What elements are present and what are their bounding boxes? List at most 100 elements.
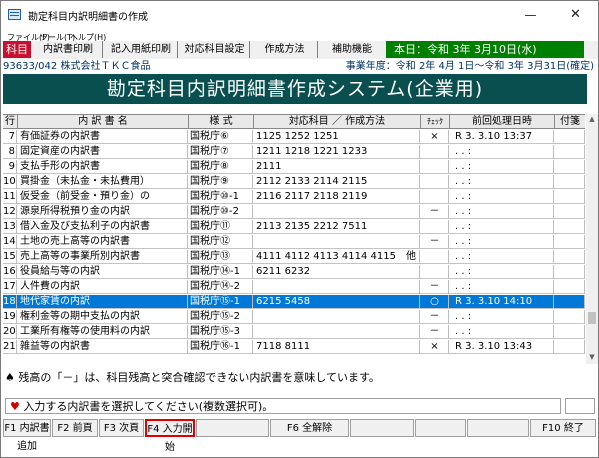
- row-check: [421, 175, 449, 189]
- table-row[interactable]: 18 地代家賃の内訳 国税庁⑮-1 6215 5458 ○ R 3. 3.10 14:10: [3, 295, 585, 309]
- fkey-button-5[interactable]: [196, 419, 269, 437]
- today-date: 本日：令和 3年 3月10日(水): [386, 41, 584, 58]
- row-accounts: 7118 8111: [254, 340, 420, 354]
- table-row[interactable]: 9 支払手形の内訳書 国税庁⑧ 2111 . . :: [3, 160, 585, 174]
- system-banner: 勘定科目内訳明細書作成システム(企業用): [3, 74, 587, 104]
- row-number: 18: [3, 295, 17, 309]
- header-accounts: 対応科目 ／ 作成方法: [254, 115, 421, 129]
- row-sticky: [555, 130, 585, 144]
- table-row[interactable]: 11 仮受金（前受金・預り金）の 国税庁⑩-1 2116 2117 2118 2119…: [3, 190, 585, 204]
- header-check: ﾁｪｯｸ: [421, 115, 450, 129]
- creation-method-button[interactable]: 作成方法: [252, 41, 318, 58]
- row-date: . . :: [450, 175, 554, 189]
- print-form-button[interactable]: 記入用紙印刷: [105, 41, 178, 58]
- row-number: 13: [3, 220, 17, 234]
- row-number: 12: [3, 205, 17, 219]
- fkey-button-7[interactable]: [350, 419, 414, 437]
- row-name: 借入金及び支払利子の内訳書: [18, 220, 188, 234]
- row-name: 役員給与等の内訳: [18, 265, 188, 279]
- row-number: 11: [3, 190, 17, 204]
- row-accounts: [254, 235, 420, 249]
- app-icon: [8, 9, 21, 20]
- row-date: R 3. 3.10 13:37: [450, 130, 554, 144]
- row-sticky: [555, 340, 585, 354]
- fkey-button-9[interactable]: [467, 419, 529, 437]
- fkey-button-1[interactable]: F1 内訳書追加: [3, 419, 51, 452]
- fkey-button-3[interactable]: F3 次頁: [99, 419, 144, 437]
- prompt-text: 入力する内訳書を選択してください(複数選択可)。: [23, 400, 274, 413]
- selection-input[interactable]: [565, 398, 595, 414]
- header-form: 様 式: [189, 115, 254, 129]
- fkey-button-6[interactable]: F6 全解除: [270, 419, 349, 437]
- row-name: 源泉所得税預り金の内訳: [18, 205, 188, 219]
- row-name: 土地の売上高等の内訳書: [18, 235, 188, 249]
- row-form: 国税庁⑮-1: [189, 295, 253, 309]
- scroll-thumb[interactable]: [588, 312, 596, 324]
- row-number: 21: [3, 340, 17, 354]
- company-name: 93633/042 株式会社ＴＫＣ食品: [3, 61, 151, 72]
- table-row[interactable]: 17 人件費の内訳 国税庁⑭-2 －. . :: [3, 280, 585, 294]
- fiscal-year: 事業年度：令和 2年 4月 1日～令和 3年 3月31日(確定): [345, 61, 594, 72]
- row-sticky: [555, 265, 585, 279]
- row-number: 8: [3, 145, 17, 159]
- row-form: 国税庁⑯-1: [189, 340, 253, 354]
- table-row[interactable]: 12 源泉所得税預り金の内訳 国税庁⑩-2 －. . :: [3, 205, 585, 219]
- row-name: 権利金等の期中支払の内訳: [18, 310, 188, 324]
- table-row[interactable]: 19 権利金等の期中支払の内訳 国税庁⑮-2 －. . :: [3, 310, 585, 324]
- row-sticky: [555, 205, 585, 219]
- scroll-up-icon[interactable]: ▲: [588, 115, 596, 123]
- table-row[interactable]: 7 有価証券の内訳書 国税庁⑥ 1125 1252 1251 × R 3. 3.10 13…: [3, 130, 585, 144]
- row-date: . . :: [450, 310, 554, 324]
- table-row[interactable]: 8 固定資産の内訳書 国税庁⑦ 1211 1218 1221 1233 . . :: [3, 145, 585, 159]
- row-check: ×: [421, 130, 449, 144]
- row-accounts: [254, 325, 420, 339]
- fkey-button-10[interactable]: F10 終了: [530, 419, 596, 437]
- row-form: 国税庁⑬: [189, 250, 253, 264]
- print-breakdown-button[interactable]: 内訳書印刷: [34, 41, 103, 58]
- table-row[interactable]: 15 売上高等の事業所別内訳書 国税庁⑬ 4111 4112 4113 4114 41…: [3, 250, 585, 264]
- row-check: [421, 220, 449, 234]
- scroll-down-icon[interactable]: ▼: [588, 353, 596, 361]
- row-check: [421, 265, 449, 279]
- close-button[interactable]: ✕: [553, 1, 598, 29]
- account-settings-button[interactable]: 対応科目設定: [180, 41, 250, 58]
- app-window: 勘定科目内訳明細書の作成 — ✕ ファイル(F) ツール(T) ヘルプ(H) 科…: [0, 0, 599, 458]
- row-accounts: 2113 2135 2212 7511: [254, 220, 420, 234]
- row-form: 国税庁⑧: [189, 160, 253, 174]
- row-check: [421, 250, 449, 264]
- row-date: . . :: [450, 160, 554, 174]
- minimize-button[interactable]: —: [508, 1, 553, 29]
- company-line: 93633/042 株式会社ＴＫＣ食品 事業年度：令和 2年 4月 1日～令和 …: [3, 59, 598, 75]
- vertical-scrollbar[interactable]: ▲ ▼: [586, 114, 598, 364]
- fkey-button-4[interactable]: F4 入力開始: [145, 419, 195, 453]
- row-name: 売上高等の事業所別内訳書: [18, 250, 188, 264]
- table-row[interactable]: 20 工業所有権等の使用料の内訳 国税庁⑮-3 －. . :: [3, 325, 585, 339]
- header-row-no: 行: [3, 115, 18, 129]
- tab-kamoku[interactable]: 科目: [3, 41, 31, 58]
- table-row[interactable]: 16 役員給与等の内訳 国税庁⑭-1 6211 6232 . . :: [3, 265, 585, 279]
- auxiliary-functions-button[interactable]: 補助機能: [320, 41, 384, 58]
- table-row[interactable]: 10 買掛金（未払金・未払費用） 国税庁⑨ 2112 2133 2114 2115 . …: [3, 175, 585, 189]
- row-accounts: 1211 1218 1221 1233: [254, 145, 420, 159]
- row-form: 国税庁⑩-1: [189, 190, 253, 204]
- table-row[interactable]: 21 雑益等の内訳書 国税庁⑯-1 7118 8111 × R 3. 3.10 13:43: [3, 340, 585, 354]
- row-form: 国税庁⑮-3: [189, 325, 253, 339]
- window-title: 勘定科目内訳明細書の作成: [28, 12, 148, 23]
- row-check: ×: [421, 340, 449, 354]
- row-number: 16: [3, 265, 17, 279]
- row-check: [421, 190, 449, 204]
- table-header: 行 内 訳 書 名 様 式 対応科目 ／ 作成方法 ﾁｪｯｸ 前回処理日時 付箋: [3, 115, 585, 129]
- row-accounts: [254, 280, 420, 294]
- header-last-processed: 前回処理日時: [450, 115, 555, 129]
- row-name: 買掛金（未払金・未払費用）: [18, 175, 188, 189]
- table-row[interactable]: 14 土地の売上高等の内訳書 国税庁⑫ －. . :: [3, 235, 585, 249]
- row-sticky: [555, 190, 585, 204]
- row-date: . . :: [450, 220, 554, 234]
- title-bar: 勘定科目内訳明細書の作成 — ✕: [1, 1, 598, 29]
- row-date: . . :: [450, 265, 554, 279]
- fkey-button-2[interactable]: F2 前頁: [52, 419, 98, 437]
- table-row[interactable]: 13 借入金及び支払利子の内訳書 国税庁⑪ 2113 2135 2212 7511 . …: [3, 220, 585, 234]
- row-date: R 3. 3.10 14:10: [450, 295, 554, 309]
- fkey-button-8[interactable]: [415, 419, 466, 437]
- row-check: [421, 160, 449, 174]
